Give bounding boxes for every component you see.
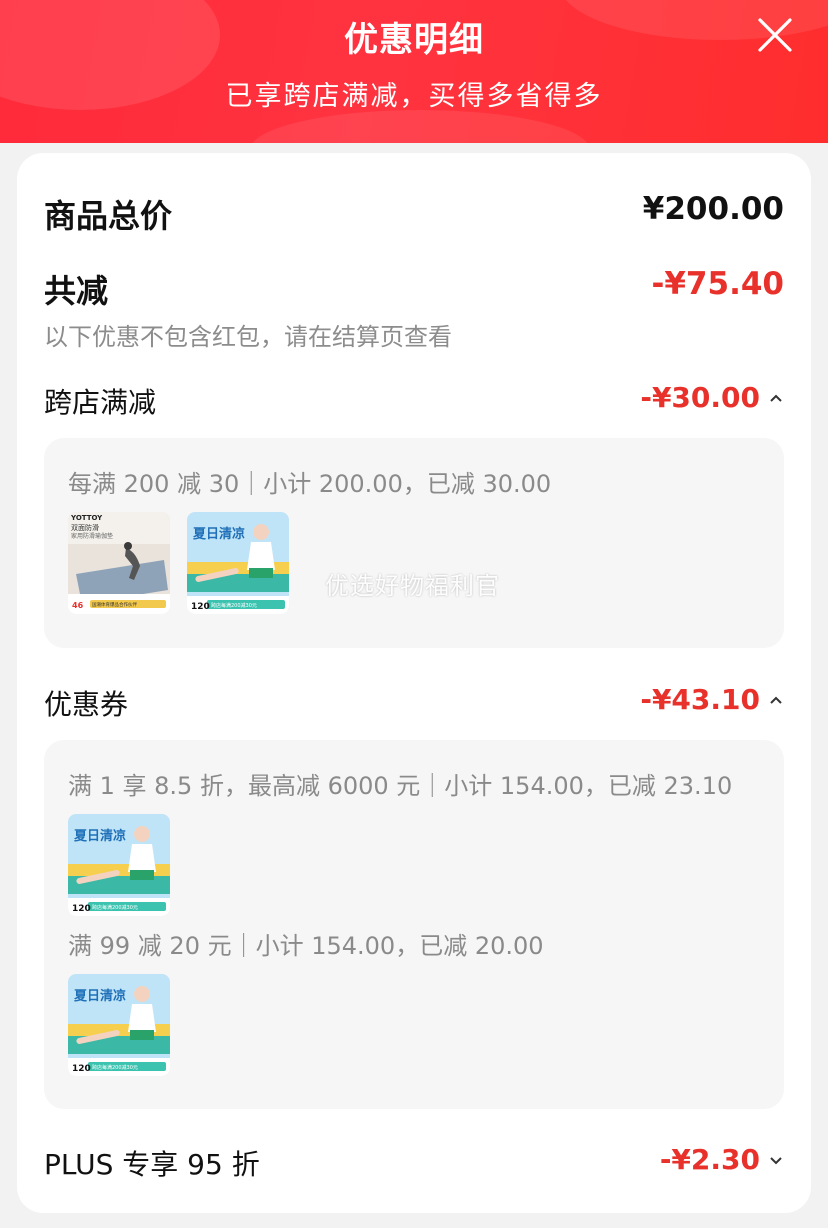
section-coupon: 优惠券 -¥43.10 xyxy=(44,683,784,723)
chevron-down-icon xyxy=(768,1154,784,1166)
total-reduce-label: 共减 xyxy=(44,272,109,310)
discount-detail-card: 商品总价 ¥200.00 共减 -¥75.40 以下优惠不包含红包，请在结算页查… xyxy=(17,153,811,1213)
rule-text: 每满 200 减 30｜小计 200.00，已减 30.00 xyxy=(68,470,552,498)
chevron-up-icon xyxy=(768,392,784,404)
thumb-tag: 跨店每满200减30元 xyxy=(92,1064,138,1071)
rule-text: 满 1 享 8.5 折，最高减 6000 元｜小计 154.00，已减 23.1… xyxy=(68,772,733,800)
thumb-name: 夏日清凉 xyxy=(73,828,126,844)
thumb-name: 双面防滑 xyxy=(71,523,99,532)
thumb-price: 120 xyxy=(191,602,210,612)
section-amount: -¥30.00 xyxy=(640,381,760,414)
thumb-tag: 国潮体育爆品合作伙伴 xyxy=(92,601,137,608)
thumb-price: 120 xyxy=(72,904,91,914)
product-thumb-summer[interactable]: 夏日清凉 120 跨店每满200减30元 xyxy=(68,974,170,1076)
section-title: 跨店满减 xyxy=(44,386,157,419)
total-reduce-row: 共减 -¥75.40 xyxy=(44,266,784,310)
section-toggle[interactable]: -¥2.30 xyxy=(660,1143,784,1176)
section-toggle[interactable]: -¥30.00 xyxy=(640,381,784,414)
section-amount: -¥43.10 xyxy=(640,683,760,716)
section-title: PLUS 专享 95 折 xyxy=(44,1148,260,1181)
section-cross-store: 跨店满减 -¥30.00 xyxy=(44,381,784,421)
cross-store-panel: 每满 200 减 30｜小计 200.00，已减 30.00 YOTTOY 双面… xyxy=(44,438,784,648)
product-thumb-yoga-mat[interactable]: YOTTOY 双面防滑 家用防滑瑜伽垫 46 国潮体育爆品合作伙伴 xyxy=(68,512,170,614)
total-price-row: 商品总价 ¥200.00 xyxy=(44,191,784,235)
thumb-price: 120 xyxy=(72,1064,91,1074)
thumb-name: 夏日清凉 xyxy=(192,526,245,542)
thumb-tag: 跨店每满200减30元 xyxy=(92,904,138,911)
header-banner: 优惠明细 已享跨店满减，买得多省得多 xyxy=(0,0,828,143)
section-toggle[interactable]: -¥43.10 xyxy=(640,683,784,716)
total-reduce-value: -¥75.40 xyxy=(651,266,785,302)
section-title: 优惠券 xyxy=(44,688,129,721)
thumb-brand: YOTTOY xyxy=(70,514,103,522)
chevron-up-icon xyxy=(768,694,784,706)
thumb-name: 夏日清凉 xyxy=(73,988,126,1004)
watermark-text: 优选好物福利官 xyxy=(325,572,500,600)
total-price-value: ¥200.00 xyxy=(642,191,784,227)
product-thumb-summer[interactable]: 夏日清凉 120 跨店每满200减30元 xyxy=(187,512,289,614)
thumb-tag: 跨店每满200减30元 xyxy=(211,602,257,609)
page-subtitle: 已享跨店满减，买得多省得多 xyxy=(225,81,603,112)
close-button[interactable] xyxy=(756,16,794,54)
red-packet-note: 以下优惠不包含红包，请在结算页查看 xyxy=(44,323,452,351)
section-plus: PLUS 专享 95 折 -¥2.30 xyxy=(44,1143,784,1183)
coupon-panel: 满 1 享 8.5 折，最高减 6000 元｜小计 154.00，已减 23.1… xyxy=(44,740,784,1109)
product-thumb-summer[interactable]: 夏日清凉 120 跨店每满200减30元 xyxy=(68,814,170,916)
section-amount: -¥2.30 xyxy=(659,1143,760,1176)
thumb-price: 46 xyxy=(72,601,84,610)
total-price-label: 商品总价 xyxy=(44,197,173,235)
close-icon xyxy=(758,18,792,52)
thumb-sub: 家用防滑瑜伽垫 xyxy=(71,532,113,540)
page-title: 优惠明细 xyxy=(344,20,484,60)
rule-text: 满 99 减 20 元｜小计 154.00，已减 20.00 xyxy=(68,932,544,960)
